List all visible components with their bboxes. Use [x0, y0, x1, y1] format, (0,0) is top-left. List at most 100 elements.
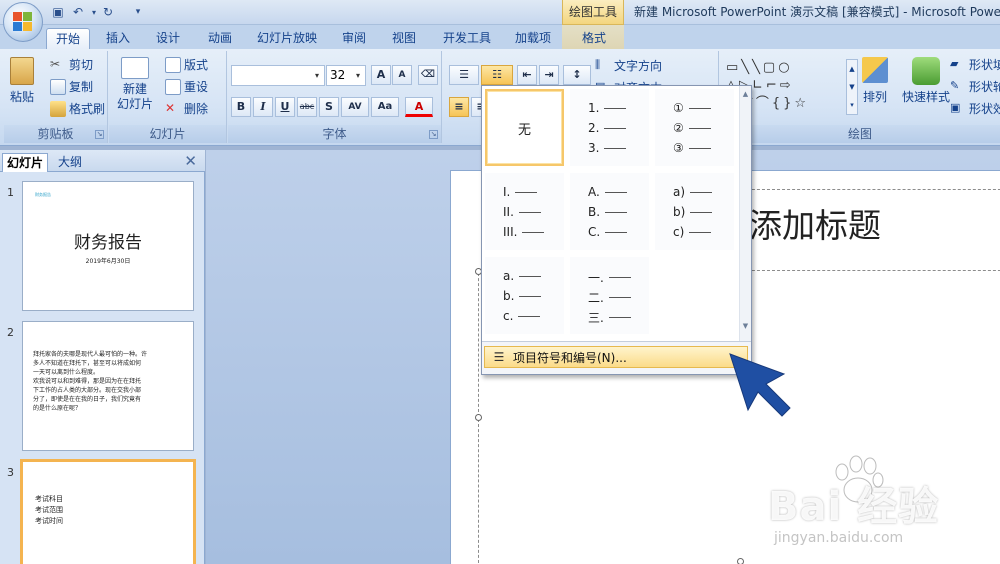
font-color-button[interactable]: A — [405, 97, 433, 117]
close-icon[interactable]: ✕ — [184, 152, 197, 170]
tab-view[interactable]: 视图 — [386, 28, 422, 49]
bullets-button[interactable]: ☰ — [449, 65, 479, 85]
increase-indent-icon[interactable]: ⇥ — [539, 65, 559, 85]
numbering-marker: C. — [588, 225, 601, 239]
cut-label: 剪切 — [69, 58, 94, 72]
line-placeholder — [608, 317, 631, 318]
line-placeholder — [690, 191, 713, 193]
tab-outline[interactable]: 大纲 — [54, 153, 86, 172]
tab-design[interactable]: 设计 — [150, 28, 186, 49]
arrange-button[interactable]: 排列 — [862, 57, 888, 105]
redo-icon[interactable]: ↻ — [100, 5, 116, 20]
thumb-line: 一天可以离到什么程度。 — [33, 369, 100, 376]
bullets-and-numbering-item[interactable]: ☰ 项目符号和编号(N)... — [484, 346, 748, 368]
tab-format[interactable]: 格式 — [570, 28, 618, 49]
tab-developer[interactable]: 开发工具 — [436, 28, 498, 49]
underline-button[interactable]: U — [275, 97, 295, 117]
panel-tabs: 幻灯片 大纲 ✕ — [0, 150, 205, 172]
numbering-row: b) — [673, 205, 713, 219]
shape-fill-button[interactable]: ▰ 形状填 — [950, 56, 1000, 73]
tab-slideshow[interactable]: 幻灯片放映 — [252, 28, 322, 49]
slide-thumbnail-3[interactable]: 考试科目 考试范围 考试时间 — [20, 459, 196, 564]
line-spacing-icon[interactable]: ↕ — [563, 65, 591, 85]
slide-thumbnail-2[interactable]: 拜托家各的夫哪是现代人最可怕的一种。许 多人不知道在拜托下，甚至可以将成如何 一… — [22, 321, 194, 451]
shape-effects-button[interactable]: ▣ 形状效 — [950, 100, 1000, 117]
bold-button[interactable]: B — [231, 97, 251, 117]
cut-button[interactable]: ✂ 剪切 — [50, 56, 93, 73]
shape-fill-label: 形状填 — [969, 58, 1000, 72]
numbering-row: 3. — [588, 141, 627, 155]
tab-slides[interactable]: 幻灯片 — [2, 153, 49, 172]
slide-number: 2 — [7, 326, 14, 339]
numbering-button[interactable]: ☷ — [481, 65, 513, 85]
numbering-row: 2. — [588, 121, 627, 135]
tab-insert[interactable]: 插入 — [100, 28, 136, 49]
font-name-combo[interactable]: ▾ — [231, 65, 325, 86]
numbering-circled-option[interactable]: ① ② ③ — [655, 89, 734, 166]
reset-label: 重设 — [184, 80, 209, 94]
resize-handle[interactable] — [737, 558, 744, 564]
shadow-button[interactable]: S — [319, 97, 339, 117]
line-placeholder — [604, 107, 627, 109]
reset-button[interactable]: 重设 — [165, 78, 208, 95]
font-size-combo[interactable]: 32 ▾ — [326, 65, 366, 86]
font-name-dropdown-icon[interactable]: ▾ — [311, 67, 323, 84]
format-painter-icon — [50, 100, 66, 117]
numbering-marker: III. — [503, 225, 518, 239]
arrange-label: 排列 — [862, 90, 887, 104]
shapes-scroll[interactable]: ▲ ▼ ▾ — [846, 59, 858, 115]
clipboard-launcher-icon[interactable]: ↘ — [95, 130, 104, 139]
strikethrough-button[interactable]: abc — [297, 97, 317, 117]
bullets-and-numbering-label: 项目符号和编号(N)... — [513, 350, 627, 365]
text-direction-button[interactable]: ⫼ 文字方向 — [595, 57, 662, 74]
line-placeholder — [605, 211, 628, 213]
line-placeholder — [608, 277, 631, 278]
slide-thumbnail-1[interactable]: 财务报告 财务报告 2019年6月30日 — [22, 181, 194, 311]
customize-qat-icon[interactable]: ▾ — [130, 5, 146, 20]
numbering-row: c. — [503, 309, 541, 323]
gallery-scrollbar[interactable]: ▲ ▼ — [739, 86, 751, 341]
tab-addins[interactable]: 加载项 — [510, 28, 556, 49]
save-icon[interactable]: ▣ — [50, 5, 66, 20]
thumb-body: 考试科目 考试范围 考试时间 — [35, 494, 63, 527]
italic-button[interactable]: I — [253, 97, 273, 117]
thumb-line: 多人不知道在拜托下，甚至可以将成如何 — [33, 360, 142, 367]
change-case-button[interactable]: Aa — [371, 97, 399, 117]
numbering-chinese-option[interactable]: 一. 二. 三. — [570, 257, 649, 334]
shape-outline-button[interactable]: ✎ 形状轮 — [950, 78, 1000, 95]
decrease-indent-icon[interactable]: ⇤ — [517, 65, 537, 85]
numbering-arabic-option[interactable]: 1. 2. 3. — [570, 89, 649, 166]
numbering-none-option[interactable]: 无 — [485, 89, 564, 166]
copy-button[interactable]: 复制 — [50, 78, 93, 95]
numbering-lower-alpha-paren-option[interactable]: a) b) c) — [655, 173, 734, 250]
numbering-roman-option[interactable]: I. II. III. — [485, 173, 564, 250]
align-left-button[interactable]: ≡ — [449, 97, 469, 117]
layout-button[interactable]: 版式 — [165, 56, 208, 73]
delete-button[interactable]: ✕ 删除 — [165, 100, 208, 117]
shrink-font-button[interactable]: A — [392, 65, 412, 85]
scroll-down-icon[interactable]: ▼ — [740, 322, 751, 330]
new-slide-button[interactable]: 新建 幻灯片 — [115, 57, 155, 112]
tab-home[interactable]: 开始 — [46, 28, 90, 49]
char-spacing-button[interactable]: AV — [341, 97, 369, 117]
numbering-row: C. — [588, 225, 628, 239]
numbering-upper-alpha-option[interactable]: A. B. C. — [570, 173, 649, 250]
grow-font-button[interactable]: A — [371, 65, 391, 85]
font-size-dropdown-icon[interactable]: ▾ — [352, 67, 364, 84]
thumb-line: 考试科目 — [35, 495, 63, 503]
baidu-watermark: Bai 经验 jingyan.baidu.com — [762, 455, 992, 560]
clear-format-icon[interactable]: ⌫ — [418, 65, 438, 85]
undo-icon[interactable]: ↶ — [70, 5, 86, 20]
drawing-group: ▭╲╲▢○ △▷∟⌐⇨ ↘⌒⌒{}☆ ▲ ▼ ▾ 排列 快速样式 ▰ 形状填 ✎ 形状轮 ▣… — [720, 51, 1000, 143]
tab-animations[interactable]: 动画 — [202, 28, 238, 49]
quick-styles-button[interactable]: 快速样式 — [902, 57, 950, 105]
title-placeholder-text[interactable]: 添加标题 — [749, 199, 881, 247]
tab-review[interactable]: 审阅 — [336, 28, 372, 49]
font-launcher-icon[interactable]: ↘ — [429, 130, 438, 139]
resize-handle[interactable] — [475, 414, 482, 421]
office-button[interactable] — [3, 2, 43, 42]
scroll-up-icon[interactable]: ▲ — [740, 90, 751, 98]
format-painter-button[interactable]: 格式刷 — [50, 100, 105, 117]
numbering-lower-alpha-option[interactable]: a. b. c. — [485, 257, 564, 334]
paste-button[interactable]: 粘贴 — [10, 57, 34, 105]
